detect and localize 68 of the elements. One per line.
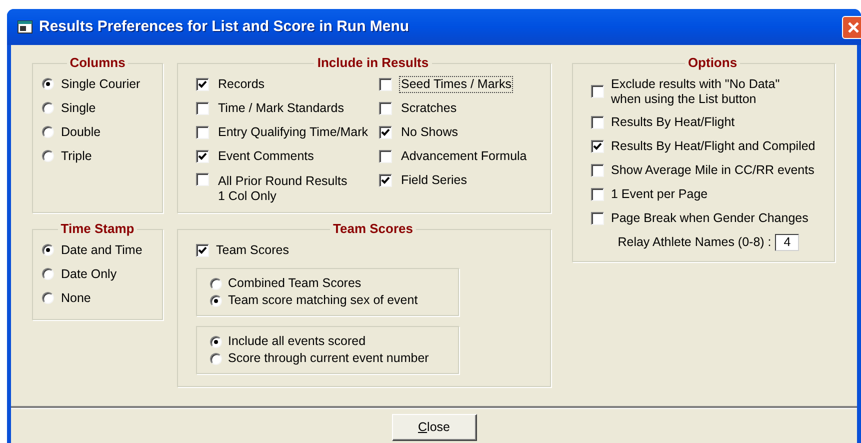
option-label: Results By Heat/Flight and Compiled — [611, 138, 816, 154]
option-label: Relay Athlete Names (0-8) : — [618, 234, 772, 250]
radio-button[interactable] — [42, 102, 54, 114]
group-title: Team Scores — [332, 221, 414, 237]
window-title: Results Preferences for List and Score in Run Menu — [39, 16, 410, 37]
option-label: Date and Time — [61, 242, 142, 258]
option-label: Page Break when Gender Changes — [611, 210, 808, 226]
radio-button[interactable] — [210, 294, 222, 306]
option-label: Date Only — [61, 266, 117, 282]
window-icon — [17, 20, 33, 34]
option-label: Time / Mark Standards — [217, 100, 345, 116]
checkbox[interactable] — [196, 173, 209, 186]
close-icon — [847, 20, 860, 34]
checkbox[interactable] — [591, 188, 604, 200]
checkbox[interactable] — [196, 244, 209, 256]
checkbox[interactable] — [379, 150, 392, 162]
group-title: Options — [686, 55, 738, 71]
checkbox[interactable] — [196, 78, 209, 90]
option-label: Team Scores — [216, 242, 289, 258]
option-label: Exclude results with "No Data" when using the List button — [611, 76, 780, 106]
checkbox[interactable] — [379, 102, 392, 114]
option-label: Scratches — [400, 100, 458, 116]
option-label: No Shows — [400, 124, 459, 140]
group-title: Include in Results — [316, 55, 430, 71]
option-label: Seed Times / Marks — [399, 76, 514, 92]
option-label: Show Average Mile in CC/RR events — [611, 162, 814, 178]
checkbox[interactable] — [196, 150, 209, 162]
option-label: Advancement Formula — [400, 148, 528, 164]
checkbox[interactable] — [591, 140, 604, 152]
option-label: Entry Qualifying Time/Mark — [217, 124, 370, 140]
close-button[interactable]: Close — [392, 414, 476, 441]
option-label: 1 Event per Page — [611, 186, 708, 202]
checkbox[interactable] — [196, 102, 209, 114]
group-title: Columns — [68, 55, 126, 71]
option-label: Include all events scored — [228, 334, 366, 349]
option-label: Single — [61, 100, 96, 116]
input-field[interactable]: 4 — [775, 234, 800, 250]
checkbox[interactable] — [379, 126, 392, 138]
option-label: Score through current event number — [228, 351, 429, 366]
option-label: Team score matching sex of event — [228, 293, 418, 308]
checkbox[interactable] — [379, 78, 392, 90]
option-label: All Prior Round Results 1 Col Only — [217, 173, 348, 205]
option-label: None — [61, 290, 91, 306]
group-title: Time Stamp — [60, 221, 136, 237]
radio-button[interactable] — [42, 78, 54, 90]
checkbox[interactable] — [591, 116, 604, 128]
radio-button[interactable] — [42, 268, 54, 280]
checkbox[interactable] — [379, 174, 392, 186]
radio-button[interactable] — [42, 126, 54, 138]
checkbox[interactable] — [196, 126, 209, 138]
option-label: Results By Heat/Flight — [611, 114, 735, 130]
option-label: Triple — [61, 148, 92, 164]
radio-button[interactable] — [210, 352, 222, 364]
option-label: Records — [217, 76, 266, 92]
close-button[interactable] — [842, 16, 861, 38]
radio-button[interactable] — [210, 278, 222, 290]
checkbox[interactable] — [591, 85, 604, 98]
checkbox[interactable] — [591, 212, 604, 224]
radio-button[interactable] — [42, 244, 54, 256]
option-label: Field Series — [400, 172, 468, 188]
radio-button[interactable] — [210, 336, 222, 348]
option-label: Single Courier — [61, 76, 140, 92]
radio-button[interactable] — [42, 150, 54, 162]
radio-button[interactable] — [42, 292, 54, 304]
option-label: Event Comments — [217, 148, 315, 164]
option-label: Combined Team Scores — [228, 276, 362, 291]
option-label: Double — [61, 124, 101, 140]
checkbox[interactable] — [591, 164, 604, 176]
